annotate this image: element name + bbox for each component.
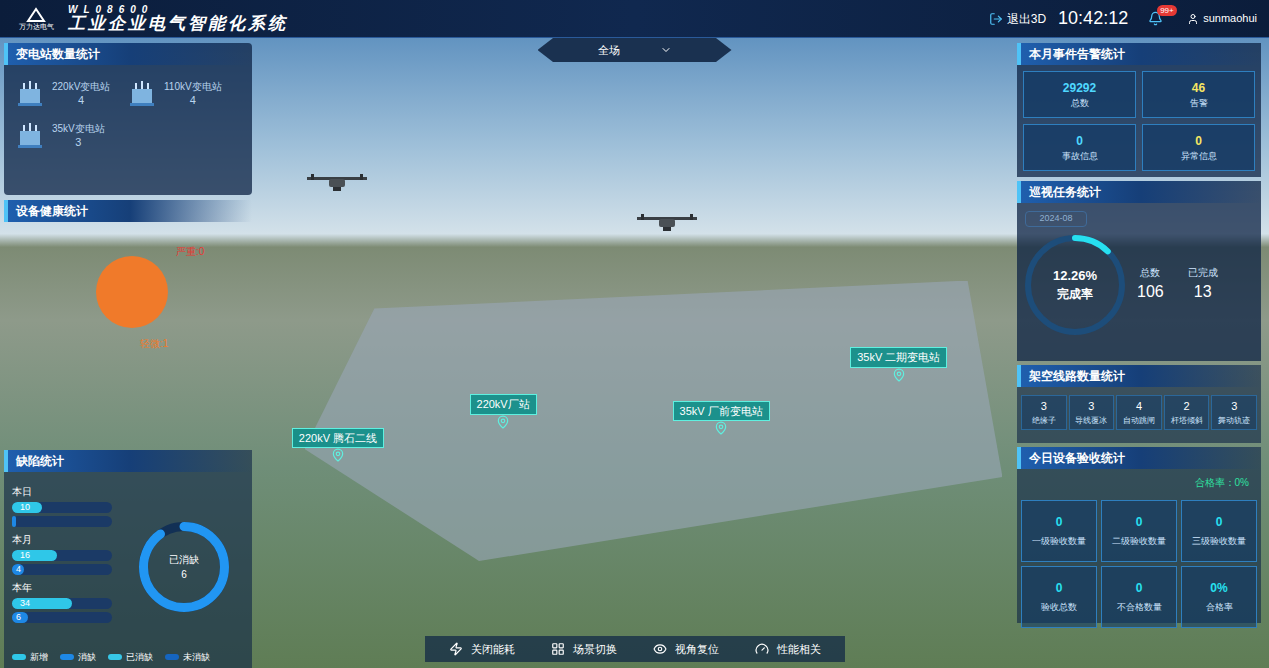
month-picker[interactable]: 2024-08 [1025, 211, 1087, 227]
section-header: 变电站数量统计 [4, 43, 252, 65]
ring-gauge [1025, 235, 1125, 335]
cleared-bar: 6 [12, 612, 112, 623]
alarm-card: 本月事件告警统计 29292总数46告警0事故信息0异常信息 [1017, 43, 1261, 177]
defect-legend: 新增消缺已消缺未消缺 [4, 651, 252, 668]
line-stat: 3舞动轨迹 [1211, 395, 1257, 430]
logo: 万力达电气 [8, 7, 64, 30]
toolbar-button[interactable]: 关闭能耗 [433, 641, 531, 658]
defect-row: 本月164 [12, 532, 124, 575]
alarm-stat: 46告警 [1142, 71, 1255, 118]
pie-label: 严重:0 [176, 244, 204, 259]
substation-stat: 110kV变电站4 [128, 81, 240, 107]
plant-area [305, 281, 1003, 562]
section-header: 今日设备验收统计 [1017, 447, 1261, 469]
substation-icon [128, 81, 156, 107]
logo-icon [26, 7, 46, 23]
toolbar-icon [449, 642, 463, 656]
toolbar-button[interactable]: 场景切换 [535, 641, 633, 658]
app-title: 工业企业电气智能化系统 [68, 15, 288, 32]
top-bar: 万力达电气 WL08600工业企业电气智能化系统 退出3D 10:42:12 99+ su… [0, 0, 1269, 38]
toolbar-button[interactable]: 视角复位 [637, 641, 735, 658]
pass-rate: 合格率：0% [1195, 475, 1249, 490]
ring-gauge [139, 522, 229, 612]
pie-slice [96, 256, 168, 328]
alarm-stat: 29292总数 [1023, 71, 1136, 118]
cleared-bar: 4 [12, 564, 112, 575]
defect-row: 本日10 [12, 484, 124, 527]
user-icon [1187, 13, 1199, 25]
health-pie-chart [92, 252, 172, 332]
acceptance-stat: 0验收总数 [1021, 566, 1097, 628]
notification-button[interactable]: 99+ [1148, 11, 1163, 26]
app: 220kV厂站 35kV 厂前变电站 35kV 二期变电站 220kV 腾石二线 万力达… [0, 0, 1269, 668]
added-bar: 10 [12, 502, 112, 513]
patrol-card: 巡视任务统计2024-0812.26%完成率总数106已完成13 [1017, 181, 1261, 361]
section-header: 巡视任务统计 [1017, 181, 1261, 203]
section-header: 架空线路数量统计 [1017, 365, 1261, 387]
section-header: 设备健康统计 [4, 200, 252, 222]
pin-icon [892, 368, 906, 382]
acceptance-stat: 0不合格数量 [1101, 566, 1177, 628]
notification-badge: 99+ [1157, 5, 1177, 16]
toolbar-icon [755, 642, 769, 656]
cleared-bar [12, 516, 112, 527]
pin-icon [714, 421, 728, 435]
substation-icon [16, 81, 44, 107]
acceptance-stat: 0%合格率 [1181, 566, 1257, 628]
chevron-down-icon [660, 44, 672, 56]
drone-icon [635, 214, 699, 234]
health-card: 设备健康统计严重:0 轻微:1 [4, 200, 252, 445]
scope-select[interactable]: 全场 [538, 38, 732, 62]
substation-stat: 220kV变电站4 [16, 81, 128, 107]
acceptance-stat: 0二级验收数量 [1101, 500, 1177, 562]
scene-pin[interactable]: 220kV 腾石二线 [292, 428, 384, 463]
line-stat: 3导线覆冰 [1069, 395, 1115, 430]
cleared-donut: 已消缺6 [139, 522, 229, 612]
alarm-stat: 0事故信息 [1023, 124, 1136, 171]
lines-card: 架空线路数量统计 3绝缘子3导线覆冰4自动跳闸2杆塔倾斜3舞动轨迹 [1017, 365, 1261, 443]
legend-item: 消缺 [60, 651, 96, 665]
line-stat: 4自动跳闸 [1116, 395, 1162, 430]
legend-item: 新增 [12, 651, 48, 665]
substation-stat: 35kV变电站3 [16, 123, 128, 149]
toolbar-icon [653, 642, 667, 656]
substation-icon [16, 123, 44, 149]
clock: 10:42:12 [1058, 5, 1128, 32]
added-bar: 16 [12, 550, 112, 561]
product-code: WL08600 [68, 5, 288, 15]
right-panel: 本月事件告警统计 29292总数46告警0事故信息0异常信息巡视任务统计 2024-… [1017, 38, 1261, 668]
acceptance-stat: 0一级验收数量 [1021, 500, 1097, 562]
line-stat: 2杆塔倾斜 [1164, 395, 1210, 430]
substation-card: 变电站数量统计 220kV变电站4110kV变电站435kV变电站3 [4, 43, 252, 195]
scene-pin[interactable]: 35kV 厂前变电站 [673, 401, 770, 436]
defect-card: 缺陷统计本日10本月164本年346已消缺6新增消缺已消缺未消缺 [4, 450, 252, 668]
section-header: 缺陷统计 [4, 450, 252, 472]
bottom-toolbar: 关闭能耗场景切换视角复位性能相关 [425, 636, 845, 662]
scene-pin[interactable]: 35kV 二期变电站 [850, 347, 947, 382]
toolbar-icon [551, 642, 565, 656]
left-panel: 变电站数量统计 220kV变电站4110kV变电站435kV变电站3 设备健康统计严… [0, 38, 252, 668]
acceptance-card: 今日设备验收统计合格率：0%0一级验收数量0二级验收数量0三级验收数量0验收总数… [1017, 447, 1261, 623]
alarm-stat: 0异常信息 [1142, 124, 1255, 171]
pin-icon [496, 415, 510, 429]
defect-row: 本年346 [12, 580, 124, 623]
acceptance-stat: 0三级验收数量 [1181, 500, 1257, 562]
drone-icon [305, 174, 369, 194]
pie-label: 轻微:1 [140, 336, 168, 351]
exit-icon [989, 12, 1003, 26]
line-stat: 3绝缘子 [1021, 395, 1067, 430]
scene-pin[interactable]: 220kV厂站 [470, 394, 537, 429]
legend-item: 已消缺 [108, 651, 153, 665]
legend-item: 未消缺 [165, 651, 210, 665]
patrol-ring: 12.26%完成率 [1025, 235, 1125, 335]
exit-3d-button[interactable]: 退出3D [989, 10, 1046, 28]
toolbar-button[interactable]: 性能相关 [739, 641, 837, 658]
section-header: 本月事件告警统计 [1017, 43, 1261, 65]
added-bar: 34 [12, 598, 112, 609]
user-menu[interactable]: sunmaohui [1187, 10, 1257, 27]
pin-icon [331, 448, 345, 462]
